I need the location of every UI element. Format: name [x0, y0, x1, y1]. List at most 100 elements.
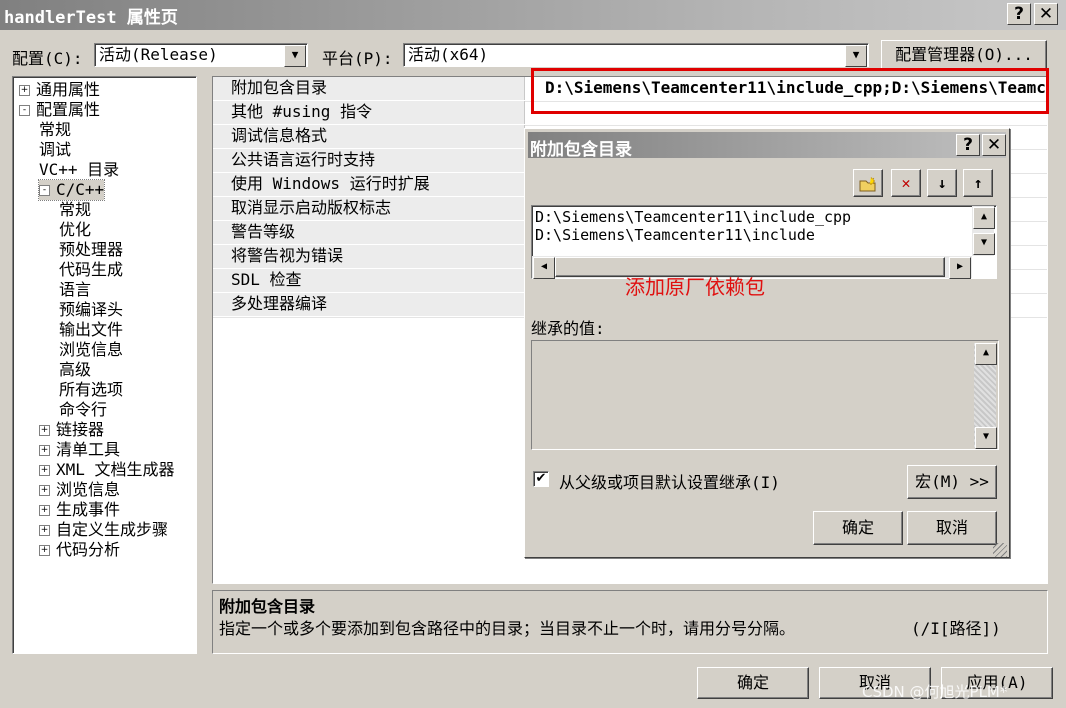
- chevron-down-icon[interactable]: ▼: [845, 45, 867, 67]
- dialog-close-button[interactable]: ✕: [982, 134, 1006, 156]
- config-manager-button[interactable]: 配置管理器(O)...: [881, 40, 1047, 70]
- tree-item[interactable]: + 代码分析: [39, 540, 120, 560]
- platform-select[interactable]: 活动(x64) ▼: [403, 43, 869, 67]
- tree-item-label: 自定义生成步骤: [56, 520, 169, 539]
- tree-item[interactable]: - 配置属性: [19, 100, 100, 120]
- tree-item[interactable]: 高级: [59, 360, 91, 380]
- dialog-cancel-button[interactable]: 取消: [907, 511, 997, 545]
- expand-icon[interactable]: +: [39, 425, 50, 436]
- expand-icon[interactable]: +: [39, 545, 50, 556]
- tree-item[interactable]: 代码生成: [59, 260, 123, 280]
- collapse-icon[interactable]: -: [19, 105, 30, 116]
- tree-item[interactable]: - C/C++: [37, 179, 106, 201]
- property-name: 附加包含目录: [213, 77, 525, 100]
- tree-item[interactable]: 常规: [59, 200, 91, 220]
- macro-button[interactable]: 宏(M) >>: [907, 465, 997, 499]
- description-text: 指定一个或多个要添加到包含路径中的目录；当目录不止一个时，请用分号分隔。: [219, 619, 796, 638]
- move-down-icon[interactable]: ↓: [927, 169, 957, 197]
- description-title: 附加包含目录: [219, 597, 316, 616]
- scroll-up-icon[interactable]: ▲: [973, 207, 995, 229]
- inherit-checkbox-label[interactable]: 从父级或项目默认设置继承(I): [559, 469, 780, 493]
- tree-item-label: 清单工具: [56, 440, 121, 459]
- tree-item[interactable]: 输出文件: [59, 320, 123, 340]
- tree-item-label: 优化: [59, 220, 92, 239]
- move-up-icon[interactable]: ↑: [963, 169, 993, 197]
- include-dirs-dialog[interactable]: 附加包含目录 ? ✕ ✕ ↓ ↑ D:\Siemens\Teamcenter11…: [524, 128, 1010, 558]
- list-item[interactable]: D:\Siemens\Teamcenter11\include_cpp: [535, 208, 851, 226]
- tree-item-label: 预处理器: [59, 240, 124, 259]
- tree-item-label: 所有选项: [59, 380, 124, 399]
- description-pane: 附加包含目录 指定一个或多个要添加到包含路径中的目录；当目录不止一个时，请用分号…: [212, 590, 1048, 654]
- scroll-right-icon[interactable]: ▶: [949, 257, 971, 279]
- inherited-label: 继承的值:: [531, 319, 605, 338]
- inherit-checkbox[interactable]: ✔: [533, 471, 549, 487]
- tree-item-label: XML 文档生成器: [56, 460, 175, 479]
- include-dirs-list[interactable]: D:\Siemens\Teamcenter11\include_cpp D:\Si…: [531, 205, 997, 279]
- scroll-up-icon: ▲: [975, 343, 997, 365]
- tree-item[interactable]: + 通用属性: [19, 80, 100, 100]
- tree-item[interactable]: 预编译头: [59, 300, 123, 320]
- list-item[interactable]: D:\Siemens\Teamcenter11\include: [535, 226, 851, 244]
- tree-item[interactable]: + 清单工具: [39, 440, 120, 460]
- property-name: 将警告视为错误: [213, 245, 525, 268]
- tree-item[interactable]: 优化: [59, 220, 91, 240]
- tree-item-label: 链接器: [56, 420, 105, 439]
- highlight-box: [531, 68, 1049, 114]
- tree-item[interactable]: 调试: [39, 140, 71, 160]
- config-select[interactable]: 活动(Release) ▼: [94, 43, 308, 67]
- category-tree[interactable]: + 通用属性 - 配置属性 常规 调试 VC++ 目录 - C/C++ 常规 优化 预处理器 代码生成语…: [12, 76, 197, 654]
- tree-item[interactable]: VC++ 目录: [39, 160, 119, 180]
- scroll-down-icon[interactable]: ▼: [973, 233, 995, 255]
- list-vertical-scrollbar[interactable]: ▲ ▼: [972, 206, 995, 256]
- tree-item[interactable]: 常规: [39, 120, 71, 140]
- tree-item-label: 输出文件: [59, 320, 124, 339]
- expand-icon[interactable]: +: [39, 485, 50, 496]
- tree-item[interactable]: 预处理器: [59, 240, 123, 260]
- scroll-left-icon[interactable]: ◀: [533, 257, 555, 279]
- dialog-title-bar[interactable]: 附加包含目录 ? ✕: [528, 132, 1006, 160]
- tree-item[interactable]: 语言: [59, 280, 91, 300]
- window-title-bar[interactable]: handlerTest 属性页 ? ✕: [0, 0, 1066, 30]
- expand-icon[interactable]: +: [39, 505, 50, 516]
- tree-item-label: 生成事件: [56, 500, 121, 519]
- tree-item-label: 语言: [59, 280, 92, 299]
- new-folder-icon[interactable]: [853, 169, 883, 197]
- close-button[interactable]: ✕: [1034, 3, 1058, 25]
- tree-item-label: 命令行: [59, 400, 108, 419]
- config-select-value: 活动(Release): [99, 45, 218, 64]
- expand-icon[interactable]: +: [39, 465, 50, 476]
- dialog-title: 附加包含目录: [530, 140, 632, 160]
- tree-item-label: 代码分析: [56, 540, 121, 559]
- tree-item-label: C/C++: [56, 180, 105, 199]
- tree-item[interactable]: 命令行: [59, 400, 107, 420]
- tree-item[interactable]: + 自定义生成步骤: [39, 520, 168, 540]
- tree-item[interactable]: + XML 文档生成器: [39, 460, 175, 480]
- tree-item[interactable]: + 浏览信息: [39, 480, 120, 500]
- ok-button[interactable]: 确定: [697, 667, 809, 699]
- property-name: 使用 Windows 运行时扩展: [213, 173, 525, 196]
- expand-icon[interactable]: +: [19, 85, 30, 96]
- tree-item-label: 通用属性: [36, 80, 101, 99]
- dialog-ok-button[interactable]: 确定: [813, 511, 903, 545]
- tree-item[interactable]: + 生成事件: [39, 500, 120, 520]
- tree-item[interactable]: 所有选项: [59, 380, 123, 400]
- tree-item-label: 配置属性: [36, 100, 101, 119]
- tree-item-label: 浏览信息: [56, 480, 121, 499]
- window-title: handlerTest 属性页: [4, 8, 178, 28]
- tree-item-label: 代码生成: [59, 260, 124, 279]
- expand-icon[interactable]: +: [39, 445, 50, 456]
- description-switch: (/I[路径]): [911, 619, 1001, 638]
- dialog-help-button[interactable]: ?: [956, 134, 980, 156]
- chevron-down-icon[interactable]: ▼: [284, 45, 306, 67]
- tree-item[interactable]: + 链接器: [39, 420, 104, 440]
- expand-icon[interactable]: +: [39, 525, 50, 536]
- property-name: 调试信息格式: [213, 125, 525, 148]
- delete-icon[interactable]: ✕: [891, 169, 921, 197]
- help-button[interactable]: ?: [1007, 3, 1031, 25]
- collapse-icon[interactable]: -: [39, 185, 50, 196]
- scroll-down-icon: ▼: [975, 427, 997, 449]
- tree-item[interactable]: 浏览信息: [59, 340, 123, 360]
- resize-grip-icon[interactable]: [993, 543, 1007, 557]
- property-name: 警告等级: [213, 221, 525, 244]
- platform-label: 平台(P):: [322, 49, 393, 68]
